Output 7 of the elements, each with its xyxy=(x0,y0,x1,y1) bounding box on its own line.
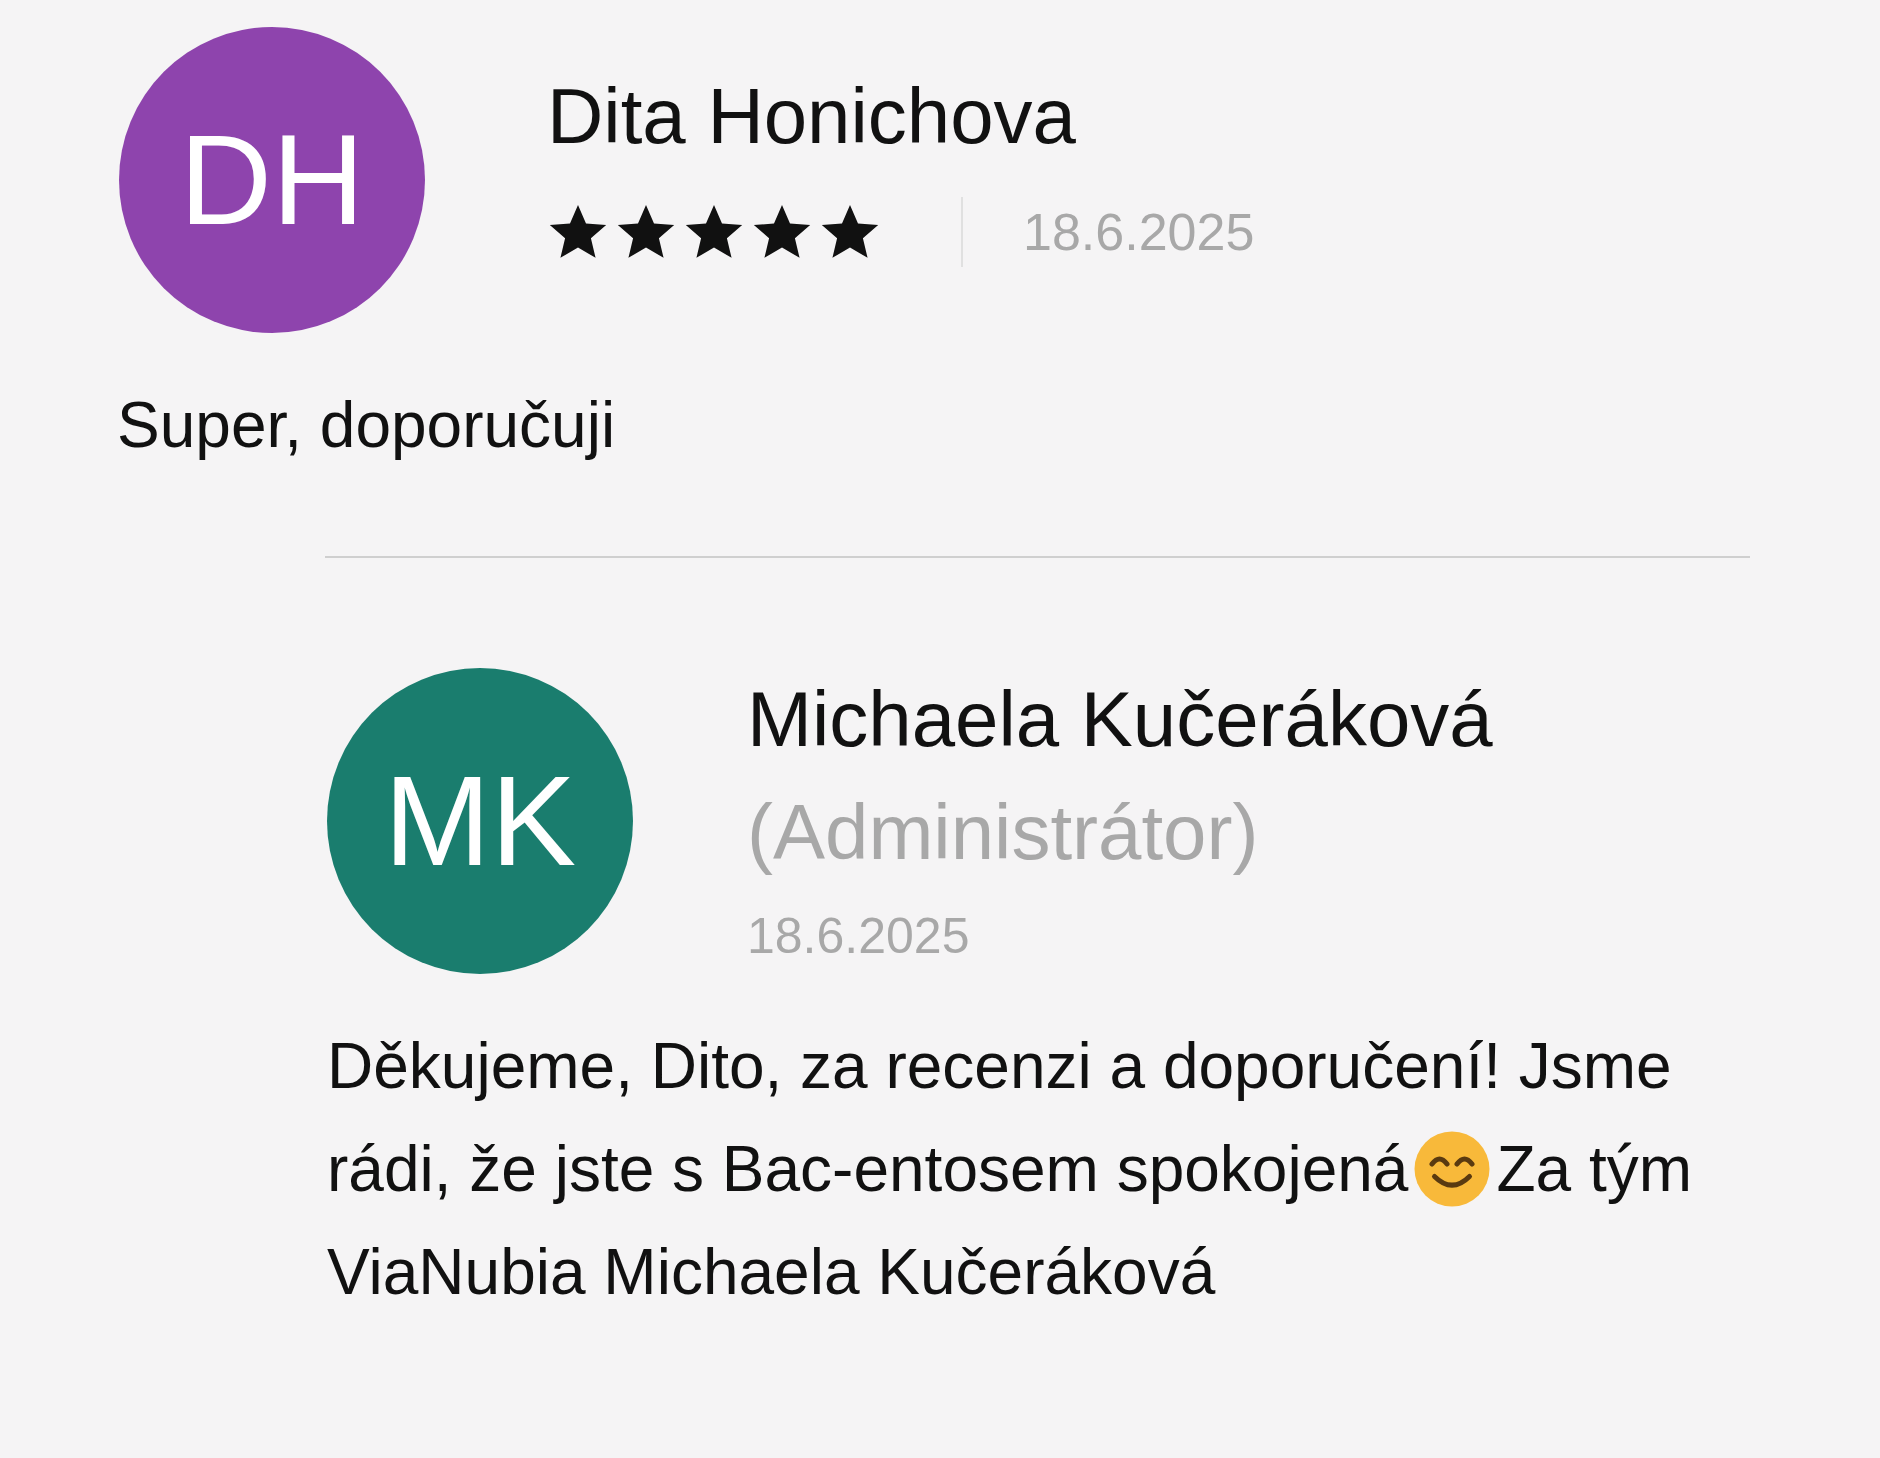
reviewer-name: Dita Honichova xyxy=(547,77,1077,155)
review-date: 18.6.2025 xyxy=(1023,202,1255,263)
replier-name: Michaela Kučeráková xyxy=(747,680,1493,758)
reply-date: 18.6.2025 xyxy=(747,911,970,961)
avatar: DH xyxy=(119,27,425,333)
reply-text: ViaNubia Michaela Kučeráková xyxy=(327,1239,1216,1304)
avatar: MK xyxy=(327,668,633,974)
